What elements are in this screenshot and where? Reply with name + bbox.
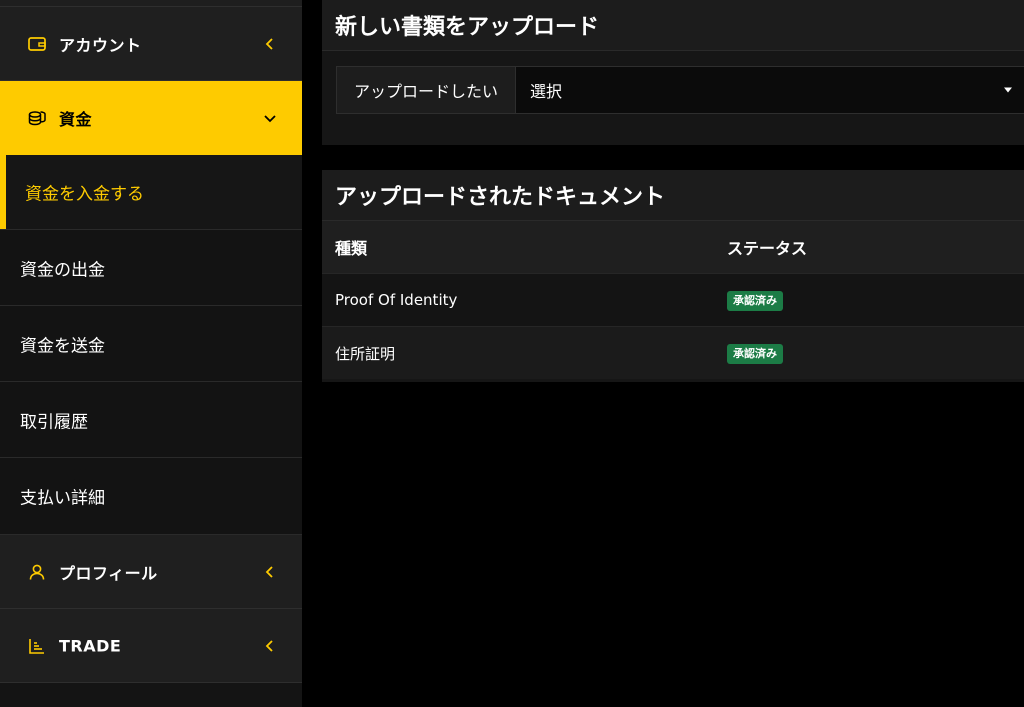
sidebar-group-label: TRADE xyxy=(59,636,122,655)
coins-icon xyxy=(28,110,46,125)
sidebar-item-transaction-history[interactable]: 取引履歴 xyxy=(0,382,302,458)
documents-table: 種類 ステータス Proof Of Identity 承認済み 住所証明 承認済… xyxy=(322,221,1024,379)
sidebar-group-trade[interactable]: TRADE xyxy=(0,609,302,683)
upload-field-label: アップロードしたい xyxy=(337,67,516,113)
uploaded-documents-title: アップロードされたドキュメント xyxy=(335,185,666,210)
status-badge: 承認済み xyxy=(727,343,783,364)
user-icon xyxy=(29,564,45,580)
sidebar-item-label: 資金を送金 xyxy=(20,336,105,356)
uploaded-documents-panel: アップロードされたドキュメント 種類 ステータス Proof Of Identi… xyxy=(322,170,1024,382)
chart-icon xyxy=(29,638,44,654)
chevron-left-icon xyxy=(265,639,273,652)
sidebar-group-label: 資金 xyxy=(59,109,93,129)
uploaded-documents-header: アップロードされたドキュメント xyxy=(322,170,1024,221)
sidebar-group-account[interactable]: アカウント xyxy=(0,7,302,81)
sidebar-group-funds[interactable]: 資金 xyxy=(0,81,302,155)
document-type-select-value: 選択 xyxy=(530,82,563,101)
document-type: Proof Of Identity xyxy=(335,291,458,309)
sidebar-item-label: 支払い詳細 xyxy=(20,488,105,509)
chevron-left-icon xyxy=(265,565,273,578)
upload-panel-title: 新しい書類をアップロード xyxy=(335,15,600,40)
sidebar-item-payment-details[interactable]: 支払い詳細 xyxy=(0,458,302,535)
column-header-status: ステータス xyxy=(727,239,808,258)
sidebar-group-label: アカウント xyxy=(59,35,142,55)
sidebar-group-profile[interactable]: プロフィール xyxy=(0,535,302,609)
document-status-cell: 承認済み xyxy=(714,290,1024,311)
caret-down-icon xyxy=(1004,87,1012,93)
wallet-icon xyxy=(28,36,46,51)
sidebar-item-transfer-funds[interactable]: 資金を送金 xyxy=(0,306,302,382)
sidebar-top-strip xyxy=(0,0,302,7)
document-type: 住所証明 xyxy=(335,344,396,363)
sidebar: アカウント 資金 資金を入金する 資金の出金 資金を送金 取引履歴 支払い詳細 … xyxy=(0,0,302,707)
sidebar-item-label: 取引履歴 xyxy=(20,412,88,432)
upload-panel-header: 新しい書類をアップロード xyxy=(322,0,1024,51)
sidebar-item-deposit-funds[interactable]: 資金を入金する xyxy=(0,155,302,230)
upload-panel: 新しい書類をアップロード アップロードしたい 選択 xyxy=(322,0,1024,145)
current-indicator xyxy=(0,155,6,229)
upload-document-row: アップロードしたい 選択 xyxy=(336,66,1024,114)
status-badge: 承認済み xyxy=(727,290,783,311)
sidebar-item-withdraw-funds[interactable]: 資金の出金 xyxy=(0,230,302,306)
chevron-down-icon xyxy=(264,114,276,122)
table-row: 住所証明 承認済み xyxy=(322,327,1024,379)
sidebar-item-label: 資金の出金 xyxy=(20,260,105,280)
sidebar-item-label: 資金を入金する xyxy=(25,184,144,205)
document-status-cell: 承認済み xyxy=(714,343,1024,364)
documents-table-header: 種類 ステータス xyxy=(322,221,1024,274)
table-row: Proof Of Identity 承認済み xyxy=(322,274,1024,327)
document-type-select[interactable]: 選択 xyxy=(516,67,1024,113)
sidebar-group-label: プロフィール xyxy=(59,563,158,583)
chevron-left-icon xyxy=(265,37,273,50)
app: アカウント 資金 資金を入金する 資金の出金 資金を送金 取引履歴 支払い詳細 … xyxy=(0,0,1024,707)
column-header-type: 種類 xyxy=(335,239,368,258)
